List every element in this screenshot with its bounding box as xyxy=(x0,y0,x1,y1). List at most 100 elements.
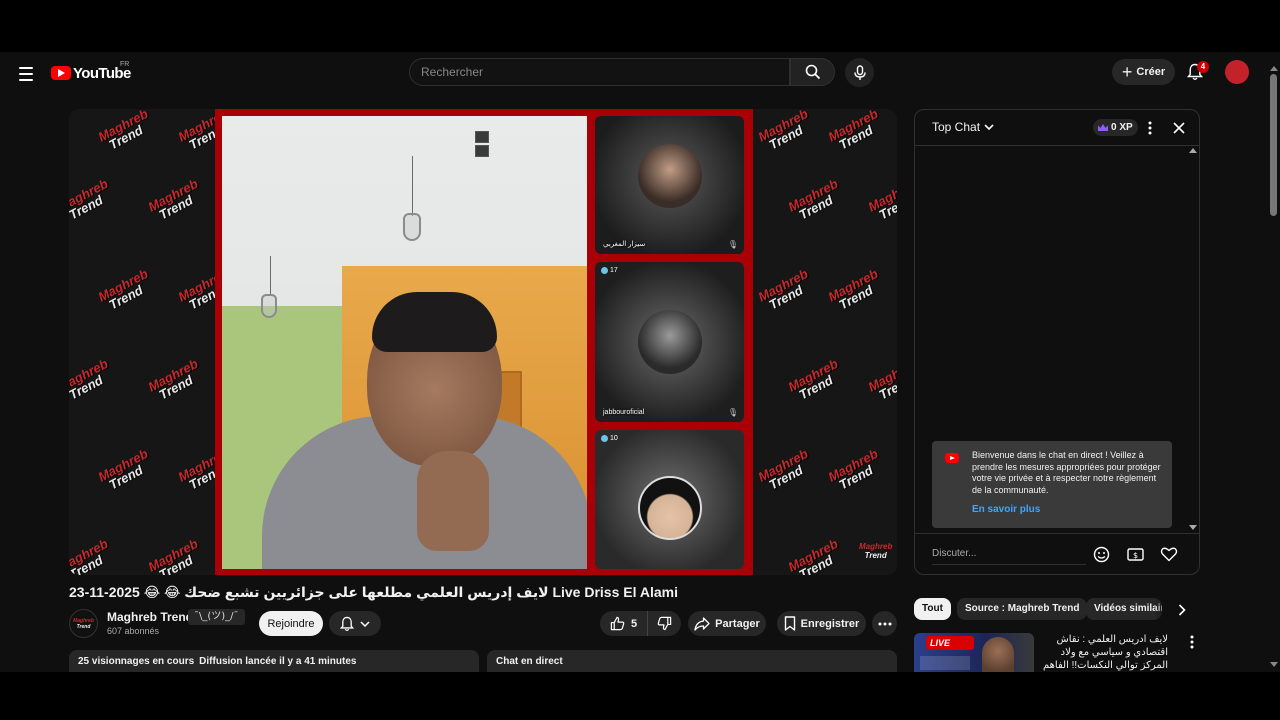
microphone-icon xyxy=(853,64,866,80)
youtube-logo[interactable]: YouTube xyxy=(51,62,131,84)
viewer-dot-icon xyxy=(601,435,608,442)
create-label: Créer xyxy=(1136,66,1166,78)
guest-name: jabbouroficial xyxy=(603,409,645,416)
guest-tile: 10 xyxy=(595,430,744,569)
youtube-logo-icon xyxy=(945,453,959,463)
search-icon xyxy=(805,64,820,80)
watermark-text: Maghreb Trend xyxy=(69,175,111,223)
chat-mode-label: Top Chat xyxy=(932,120,981,134)
create-button[interactable]: + Créer xyxy=(1112,59,1175,85)
scroll-up-arrow-icon xyxy=(1270,66,1278,71)
recommended-video-menu[interactable] xyxy=(1186,633,1200,651)
stream-start-time: Diffusion lancée il y a 41 minutes xyxy=(199,656,357,667)
ceiling-lamp xyxy=(403,213,421,241)
voice-search-button[interactable] xyxy=(845,58,874,87)
watermark-text: Maghreb Trend xyxy=(95,109,151,153)
chip-related-videos[interactable]: Vidéos similaires xyxy=(1086,598,1162,620)
youtube-app: YouTube FR + Créer 4 MaghrebTrendMaghreb… xyxy=(0,52,1280,672)
chips-next-button[interactable] xyxy=(1172,600,1192,620)
watermark-text: Maghreb Trend xyxy=(145,355,201,403)
page-scrollbar[interactable] xyxy=(1267,52,1280,672)
guest-count: 17 xyxy=(610,267,618,274)
ceiling-lamp xyxy=(261,294,277,318)
chat-scrollbar[interactable] xyxy=(1187,148,1197,532)
menu-button[interactable] xyxy=(14,62,38,86)
watermark-text: Maghreb Trend xyxy=(865,175,897,223)
watermark-text: Maghreb Trend xyxy=(865,355,897,403)
decorative-logo xyxy=(475,131,493,163)
join-button[interactable]: Rejoindre xyxy=(259,611,323,636)
thumbs-up-icon xyxy=(610,616,625,631)
letterbox-top xyxy=(0,0,1280,52)
account-avatar[interactable] xyxy=(1225,60,1249,84)
guest-count: 10 xyxy=(610,435,618,442)
emoji-button[interactable] xyxy=(1091,544,1111,564)
subscription-notifications-button[interactable] xyxy=(329,611,381,636)
video-player[interactable]: Maghreb Trend Maghreb Trend Maghreb Trend Magh… xyxy=(69,109,897,575)
chat-more-options[interactable] xyxy=(1144,119,1156,137)
chip-all[interactable]: Tout xyxy=(914,598,951,620)
share-button[interactable]: Partager xyxy=(688,611,766,636)
thanks-heart-button[interactable] xyxy=(1159,544,1179,564)
watermark-text: Maghreb Trend xyxy=(755,265,811,313)
smiley-icon xyxy=(1093,546,1109,562)
watermark-text: Maghreb Trend xyxy=(145,535,201,575)
viewer-dot-icon xyxy=(601,267,608,274)
save-button[interactable]: Enregistrer xyxy=(777,611,866,636)
watermark-text: Maghreb Trend xyxy=(825,445,881,493)
scroll-down-arrow-icon xyxy=(1270,662,1278,667)
thumbnail-person xyxy=(982,637,1014,672)
watermark-text: Maghreb Trend xyxy=(69,355,111,403)
menu-icon xyxy=(19,67,33,69)
watermark-text: Maghreb Trend xyxy=(69,535,111,575)
search-box[interactable] xyxy=(409,58,790,86)
channel-badge: ¯\_(ツ)_/¯ xyxy=(188,609,245,625)
channel-avatar[interactable]: Maghreb Trend xyxy=(69,609,98,638)
description-box[interactable]: 25 visionnages en cours Diffusion lancée … xyxy=(69,650,479,672)
live-chat-toggle[interactable]: Chat en direct xyxy=(487,650,897,672)
watermark-text: Maghreb Trend xyxy=(785,535,841,575)
watermark-text: Maghreb Trend xyxy=(755,445,811,493)
guest-avatar xyxy=(638,476,702,540)
chevron-right-icon xyxy=(1178,604,1186,616)
chat-mode-dropdown[interactable]: Top Chat xyxy=(932,120,994,134)
mic-muted-icon: 🎙 xyxy=(727,240,738,249)
watermark-text: Maghreb Trend xyxy=(95,265,151,313)
watermark-text: Maghreb Trend xyxy=(755,109,811,153)
watermark-text: Maghreb Trend xyxy=(95,445,151,493)
scroll-down-arrow-icon xyxy=(1189,525,1197,530)
live-chat-panel: Top Chat 0 XP Bienvenue dans le chat en … xyxy=(914,109,1200,575)
bell-icon xyxy=(340,616,354,631)
heart-icon xyxy=(1160,547,1178,562)
more-actions-button[interactable] xyxy=(872,611,897,636)
super-chat-button[interactable]: $ xyxy=(1125,544,1145,564)
youtube-logo-icon xyxy=(51,66,71,80)
like-button[interactable]: 5 xyxy=(600,611,648,636)
more-vertical-icon xyxy=(1190,635,1194,649)
watermark-text: Maghreb Trend xyxy=(825,109,881,153)
dislike-button[interactable] xyxy=(648,611,681,636)
mic-muted-icon: 🎙 xyxy=(727,408,738,417)
more-horizontal-icon xyxy=(878,622,891,625)
close-chat-button[interactable] xyxy=(1170,119,1188,137)
svg-text:$: $ xyxy=(1132,551,1137,560)
recommended-video-thumbnail[interactable]: LIVE xyxy=(914,633,1034,672)
main-camera-feed xyxy=(222,116,587,569)
chip-channel-source[interactable]: Source : Maghreb Trend xyxy=(957,598,1088,620)
share-label: Partager xyxy=(715,617,760,630)
channel-name[interactable]: Maghreb Trend xyxy=(107,610,193,624)
guest-name: سيزار المغربي xyxy=(603,241,646,248)
search-input[interactable] xyxy=(421,65,789,79)
scrollbar-thumb[interactable] xyxy=(1270,74,1277,216)
region-code: FR xyxy=(120,61,130,68)
bookmark-icon xyxy=(784,616,795,631)
guest-tile: سيزار المغربي 🎙 xyxy=(595,116,744,254)
chat-message-input[interactable] xyxy=(932,543,1086,565)
recommended-video-title[interactable]: لايف ادريس العلمي : نقاش اقتصادي و سياسي… xyxy=(1040,633,1168,672)
xp-badge[interactable]: 0 XP xyxy=(1093,119,1138,136)
learn-more-link[interactable]: En savoir plus xyxy=(972,504,1040,515)
search-button[interactable] xyxy=(790,58,835,86)
live-chat-label: Chat en direct xyxy=(496,656,563,667)
money-icon: $ xyxy=(1126,547,1144,561)
guest-avatar xyxy=(638,144,702,208)
